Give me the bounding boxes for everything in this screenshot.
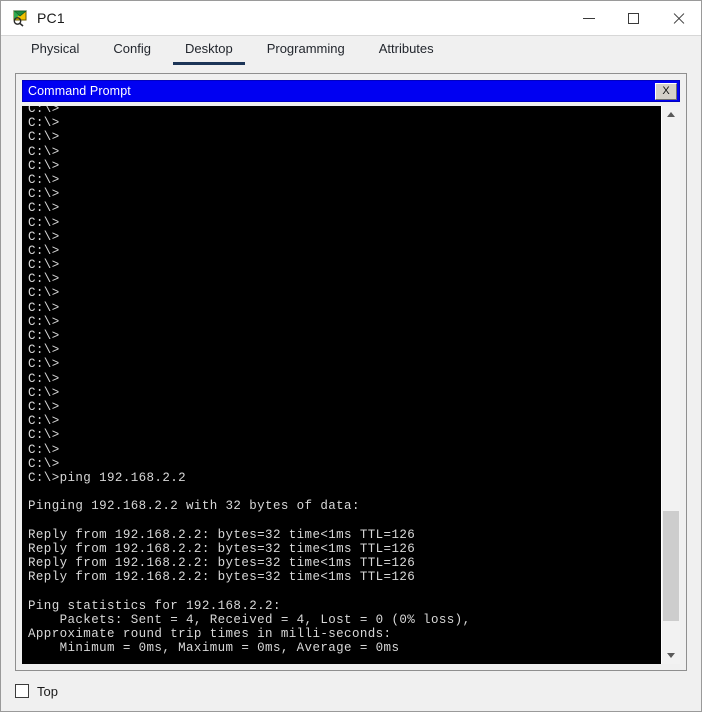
terminal-line: Approximate round trip times in milli-se… [28, 626, 392, 641]
window-title: PC1 [37, 10, 65, 26]
terminal-line: C:\> [28, 442, 60, 457]
tab-programming-label: Programming [266, 41, 345, 56]
terminal-line: C:\> [28, 357, 60, 372]
terminal-line: C:\> [28, 116, 60, 131]
terminal-line: Minimum = 0ms, Maximum = 0ms, Average = … [28, 641, 400, 656]
terminal-line: Ping statistics for 192.168.2.2: [28, 598, 281, 613]
maximize-button[interactable] [611, 1, 656, 35]
terminal-line: C:\> [28, 258, 60, 273]
terminal-line: C:\> [28, 187, 60, 202]
terminal-line: Packets: Sent = 4, Received = 4, Lost = … [28, 612, 471, 627]
minimize-button[interactable] [566, 1, 611, 35]
terminal-line: C:\> [28, 399, 60, 414]
top-checkbox[interactable] [15, 684, 29, 698]
close-icon [672, 12, 685, 25]
tab-bar: Physical Config Desktop Programming Attr… [1, 36, 701, 65]
tab-desktop[interactable]: Desktop [173, 38, 245, 65]
terminal-line: C:\> [28, 172, 60, 187]
scrollbar-track[interactable] [662, 123, 680, 647]
terminal-line: C:\> [28, 314, 60, 329]
scrollbar-thumb[interactable] [663, 510, 679, 621]
command-prompt-close-label: X [662, 85, 670, 97]
tab-physical[interactable]: Physical [19, 38, 91, 65]
terminal-line: C:\> [28, 300, 60, 315]
command-prompt-titlebar: Command Prompt X [22, 80, 680, 102]
scroll-up-button[interactable] [662, 106, 680, 123]
scroll-down-button[interactable] [662, 647, 680, 664]
top-checkbox-label: Top [37, 683, 58, 699]
chevron-down-icon [667, 653, 675, 658]
terminal-line: C:\> [28, 272, 60, 287]
terminal-line: C:\> [28, 201, 60, 216]
command-prompt-close-button[interactable]: X [655, 82, 677, 100]
tab-attributes-label: Attributes [378, 41, 434, 56]
terminal-line: C:\> [28, 286, 60, 301]
pc-device-icon [11, 9, 29, 27]
top-checkbox-row[interactable]: Top [15, 684, 58, 699]
terminal-line: Pinging 192.168.2.2 with 32 bytes of dat… [28, 499, 360, 514]
panel-footer: Top [1, 671, 701, 711]
terminal-line: C:\> [28, 371, 60, 386]
tab-physical-label: Physical [31, 41, 80, 56]
maximize-icon [628, 12, 639, 24]
terminal-line: C:\> [28, 229, 60, 244]
terminal-line: C:\> [28, 414, 60, 429]
terminal-line: Reply from 192.168.2.2: bytes=32 time<1m… [28, 541, 416, 556]
terminal-line: C:\> [28, 456, 60, 471]
tab-attributes[interactable]: Attributes [367, 38, 446, 65]
tab-config-label: Config [113, 41, 151, 56]
terminal-line: C:\>ping 192.168.2.2 [28, 470, 187, 485]
terminal-text: C:\> C:\> C:\> C:\> C:\> C:\> C:\> C:\> C:\> C:\>… [28, 106, 661, 664]
terminal-output[interactable]: C:\> C:\> C:\> C:\> C:\> C:\> C:\> C:\> C:\> C:\>… [22, 106, 661, 664]
window-controls [566, 1, 701, 35]
terminal-line: Reply from 192.168.2.2: bytes=32 time<1m… [28, 556, 416, 570]
terminal-line: C:\> [28, 106, 60, 116]
desktop-panel: Command Prompt X C:\> C:\> C:\> C:\> C:\> C:\… [15, 73, 687, 671]
window-titlebar: PC1 [1, 1, 701, 36]
minimize-icon [582, 17, 595, 19]
terminal-line: C:\> [28, 385, 60, 400]
terminal-line: C:\> [28, 144, 60, 159]
terminal-line: C:\> [28, 243, 60, 258]
terminal-line: Reply from 192.168.2.2: bytes=32 time<1m… [28, 527, 416, 542]
tab-desktop-label: Desktop [185, 41, 233, 56]
tab-config[interactable]: Config [101, 38, 163, 65]
chevron-up-icon [667, 112, 675, 117]
terminal-line: C:\> [28, 130, 60, 145]
terminal-line: C:\> [28, 329, 60, 343]
tab-programming[interactable]: Programming [255, 38, 357, 65]
terminal-area: C:\> C:\> C:\> C:\> C:\> C:\> C:\> C:\> C:\> C:\>… [22, 106, 680, 664]
terminal-line: C:\> [28, 215, 60, 230]
terminal-line: C:\> [28, 343, 60, 358]
close-button[interactable] [656, 1, 701, 35]
terminal-line: C:\> [28, 428, 60, 443]
device-window: PC1 Physical Config Desktop Programming [0, 0, 702, 712]
terminal-line: Reply from 192.168.2.2: bytes=32 time<1m… [28, 570, 416, 585]
terminal-scrollbar[interactable] [661, 106, 680, 664]
command-prompt-title: Command Prompt [28, 84, 131, 98]
terminal-line: C:\> [28, 158, 60, 173]
